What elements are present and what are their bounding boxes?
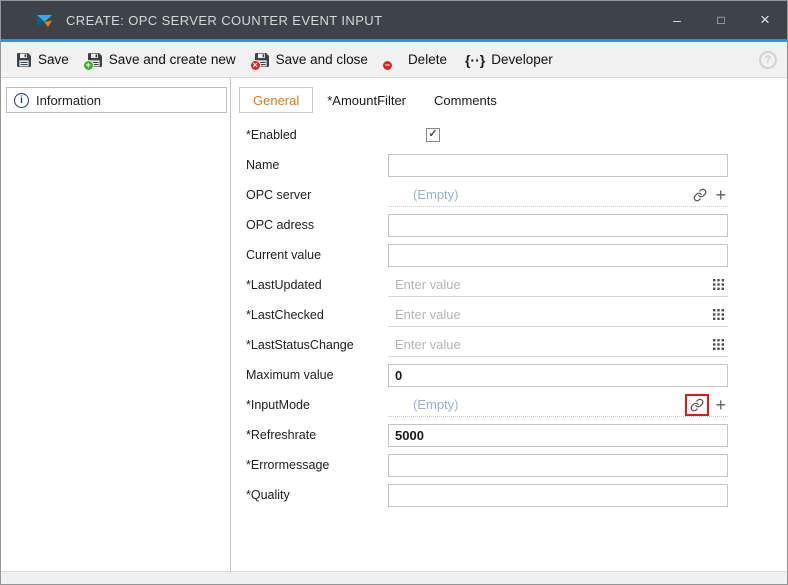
opc-server-reference-field[interactable]: (Empty) + (388, 184, 728, 207)
inputmode-add-icon[interactable]: + (715, 396, 726, 414)
window-footer (1, 571, 787, 584)
app-logo-icon (35, 11, 54, 30)
delete-label: Delete (408, 52, 447, 67)
window-title: CREATE: OPC SERVER COUNTER EVENT INPUT (66, 13, 382, 28)
current-value-input[interactable] (388, 244, 728, 267)
inputmode-link-icon[interactable] (690, 398, 704, 412)
tab-bar: General *AmountFilter Comments (231, 78, 787, 113)
refreshrate-input[interactable] (388, 424, 728, 447)
opc-server-add-icon[interactable]: + (715, 186, 726, 204)
save-new-icon: + (87, 52, 103, 68)
tab-comments[interactable]: Comments (420, 87, 511, 113)
sidebar-item-information[interactable]: i Information (6, 87, 227, 113)
field-label: *Enabled (231, 128, 388, 142)
form-row-lastchecked: *LastChecked (231, 300, 787, 330)
field-label: *LastChecked (231, 308, 388, 322)
tab-amountfilter[interactable]: *AmountFilter (313, 87, 420, 113)
name-input[interactable] (388, 154, 728, 177)
form-row-laststatuschange: *LastStatusChange (231, 330, 787, 360)
minimize-button[interactable]: – (655, 1, 699, 39)
field-label: *Quality (231, 488, 388, 502)
lastupdated-input[interactable] (388, 277, 711, 292)
inputmode-reference-field[interactable]: (Empty) + (388, 394, 728, 417)
form-row-opc-adress: OPC adress (231, 210, 787, 240)
close-badge-icon: × (250, 60, 261, 71)
field-label: *InputMode (231, 398, 388, 412)
save-and-create-new-label: Save and create new (109, 52, 236, 67)
delete-icon: − (386, 52, 402, 68)
errormessage-input[interactable] (388, 454, 728, 477)
save-and-close-button[interactable]: × Save and close (245, 42, 377, 77)
lastupdated-picker-grid-icon[interactable] (711, 279, 728, 290)
save-button[interactable]: Save (7, 42, 78, 77)
developer-label: Developer (491, 52, 553, 67)
save-and-close-label: Save and close (276, 52, 368, 67)
form-row-current-value: Current value (231, 240, 787, 270)
window-controls: – □ × (655, 1, 787, 39)
laststatuschange-field (388, 334, 728, 357)
app-window: CREATE: OPC SERVER COUNTER EVENT INPUT –… (0, 0, 788, 585)
opc-adress-input[interactable] (388, 214, 728, 237)
save-label: Save (38, 52, 69, 67)
help-icon[interactable]: ? (759, 51, 777, 69)
plus-badge-icon: + (83, 60, 94, 71)
sidebar: i Information (1, 78, 231, 571)
opc-server-link-icon[interactable] (693, 188, 707, 202)
form-row-opc-server: OPC server (Empty) + (231, 180, 787, 210)
lastchecked-input[interactable] (388, 307, 711, 322)
red-highlight-box (685, 394, 709, 416)
info-icon: i (14, 93, 29, 108)
laststatuschange-picker-grid-icon[interactable] (711, 339, 728, 350)
enabled-checkbox[interactable]: ✓ (426, 128, 440, 142)
inputmode-empty-value: (Empty) (388, 397, 687, 412)
lastchecked-picker-grid-icon[interactable] (711, 309, 728, 320)
check-icon: ✓ (428, 129, 437, 140)
form-row-errormessage: *Errormessage (231, 450, 787, 480)
delete-button[interactable]: − Delete (377, 42, 456, 77)
field-label: *LastStatusChange (231, 338, 388, 352)
toolbar: Save + Save and create new × Save and cl… (1, 42, 787, 78)
form-row-refreshrate: *Refreshrate (231, 420, 787, 450)
form-row-enabled: *Enabled ✓ (231, 120, 787, 150)
lastupdated-field (388, 274, 728, 297)
minus-badge-icon: − (382, 60, 393, 71)
field-label: *Errormessage (231, 458, 388, 472)
form-row-quality: *Quality (231, 480, 787, 510)
field-label: OPC adress (231, 218, 388, 232)
field-label: Name (231, 158, 388, 172)
laststatuschange-input[interactable] (388, 337, 711, 352)
form: *Enabled ✓ Name OPC server (231, 113, 787, 510)
maximize-button[interactable]: □ (699, 1, 743, 39)
field-label: Current value (231, 248, 388, 262)
developer-icon: {··} (465, 52, 485, 68)
field-label: *Refreshrate (231, 428, 388, 442)
titlebar: CREATE: OPC SERVER COUNTER EVENT INPUT –… (1, 1, 787, 39)
main-panel: General *AmountFilter Comments *Enabled … (231, 78, 787, 571)
window-body: i Information General *AmountFilter Comm… (1, 78, 787, 571)
save-close-icon: × (254, 52, 270, 68)
form-row-inputmode: *InputMode (Empty) + (231, 390, 787, 420)
opc-server-empty-value: (Empty) (388, 187, 693, 202)
sidebar-item-label: Information (36, 93, 101, 108)
lastchecked-field (388, 304, 728, 327)
developer-button[interactable]: {··} Developer (456, 42, 562, 77)
form-row-lastupdated: *LastUpdated (231, 270, 787, 300)
form-row-name: Name (231, 150, 787, 180)
field-label: OPC server (231, 188, 388, 202)
form-row-maximum-value: Maximum value (231, 360, 787, 390)
close-button[interactable]: × (743, 1, 787, 39)
field-label: Maximum value (231, 368, 388, 382)
save-and-create-new-button[interactable]: + Save and create new (78, 42, 245, 77)
quality-input[interactable] (388, 484, 728, 507)
maximum-value-input[interactable] (388, 364, 728, 387)
tab-general[interactable]: General (239, 87, 313, 113)
save-icon (16, 52, 32, 68)
field-label: *LastUpdated (231, 278, 388, 292)
